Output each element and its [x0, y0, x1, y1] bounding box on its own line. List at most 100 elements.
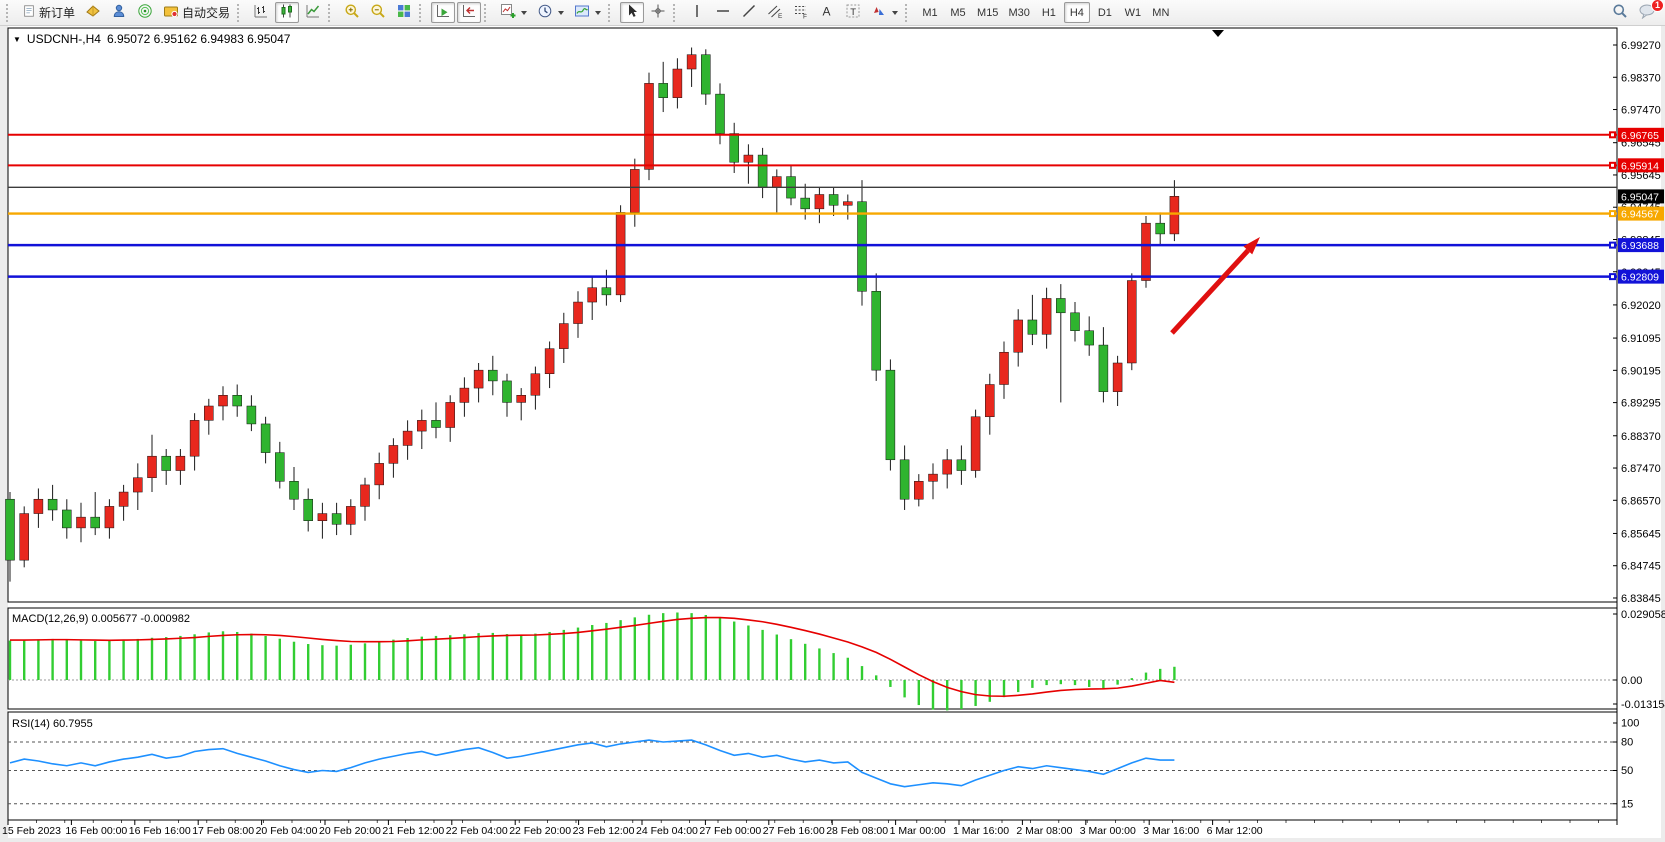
arrows-tool-button[interactable] [867, 2, 902, 23]
svg-text:21 Feb 12:00: 21 Feb 12:00 [382, 825, 444, 837]
arrows-icon [871, 3, 887, 22]
timeframe-h4-button[interactable]: H4 [1064, 2, 1090, 23]
chart-symbol-period: USDCNH-,H4 [27, 32, 101, 46]
templates-button[interactable] [570, 2, 605, 23]
svg-text:6.94567: 6.94567 [1621, 209, 1659, 221]
group-grip[interactable] [328, 4, 335, 22]
svg-text:16 Feb 16:00: 16 Feb 16:00 [129, 825, 191, 837]
text-label-icon: T [845, 3, 861, 22]
chart-collapse-icon[interactable]: ▼ [13, 35, 21, 44]
auto-trading-label: 自动交易 [182, 4, 230, 21]
toolbar-grip[interactable] [6, 4, 13, 22]
chart-title[interactable]: ▼ USDCNH-,H4 6.95072 6.95162 6.94983 6.9… [13, 32, 290, 46]
text-label-button[interactable]: T [841, 2, 865, 23]
notifications-button[interactable]: 1 [1634, 2, 1660, 23]
svg-text:T: T [850, 7, 856, 18]
trendline-button[interactable] [737, 2, 761, 23]
new-order-button[interactable]: 新订单 [18, 2, 79, 23]
svg-text:6.97470: 6.97470 [1621, 105, 1661, 117]
line-chart-button[interactable] [301, 2, 325, 23]
fibonacci-icon: F [793, 3, 809, 22]
svg-text:6.86570: 6.86570 [1621, 495, 1661, 507]
bar-chart-button[interactable] [249, 2, 273, 23]
cursor-icon [624, 3, 640, 22]
vertical-line-button[interactable] [685, 2, 709, 23]
group-grip[interactable] [673, 4, 680, 22]
svg-text:6.95914: 6.95914 [1621, 160, 1659, 172]
svg-text:6.87470: 6.87470 [1621, 463, 1661, 475]
svg-text:22 Feb 04:00: 22 Feb 04:00 [446, 825, 508, 837]
periods-caret [558, 11, 564, 15]
svg-text:6.88370: 6.88370 [1621, 431, 1661, 443]
clock-icon [537, 3, 553, 22]
rsi-label: RSI(14) 60.7955 [12, 718, 93, 730]
group-grip[interactable] [484, 4, 491, 22]
svg-text:6.91095: 6.91095 [1621, 333, 1661, 345]
svg-text:23 Feb 12:00: 23 Feb 12:00 [573, 825, 635, 837]
timeframe-m5-button[interactable]: M5 [945, 2, 971, 23]
svg-text:3 Mar 16:00: 3 Mar 16:00 [1143, 825, 1199, 837]
zoom-out-button[interactable] [366, 2, 390, 23]
journal-icon [85, 3, 101, 22]
svg-text:6.89295: 6.89295 [1621, 398, 1661, 410]
svg-text:28 Feb 08:00: 28 Feb 08:00 [826, 825, 888, 837]
chart-shift-icon [461, 3, 477, 22]
line-chart-icon [305, 3, 321, 22]
indicators-icon [500, 3, 516, 22]
horizontal-line-icon [715, 3, 731, 22]
notification-badge: 1 [1651, 0, 1664, 12]
timeframe-w1-button[interactable]: W1 [1120, 2, 1146, 23]
svg-text:1 Mar 16:00: 1 Mar 16:00 [953, 825, 1009, 837]
chart-shift-button[interactable] [457, 2, 481, 23]
horizontal-line-button[interactable] [711, 2, 735, 23]
svg-text:1 Mar 00:00: 1 Mar 00:00 [890, 825, 946, 837]
timeframe-mn-button[interactable]: MN [1148, 2, 1174, 23]
svg-text:20 Feb 04:00: 20 Feb 04:00 [256, 825, 318, 837]
equidistant-channel-button[interactable]: E [763, 2, 787, 23]
svg-text:15 Feb 2023: 15 Feb 2023 [2, 825, 61, 837]
svg-text:24 Feb 04:00: 24 Feb 04:00 [636, 825, 698, 837]
group-grip[interactable] [237, 4, 244, 22]
svg-text:20 Feb 20:00: 20 Feb 20:00 [319, 825, 381, 837]
timeframe-m30-button[interactable]: M30 [1004, 2, 1033, 23]
bar-chart-icon [253, 3, 269, 22]
zoom-out-icon [370, 3, 386, 22]
zoom-in-button[interactable] [340, 2, 364, 23]
group-grip[interactable] [608, 4, 615, 22]
svg-text:6.92809: 6.92809 [1621, 272, 1659, 284]
search-button[interactable] [1608, 2, 1632, 23]
crosshair-button[interactable] [646, 2, 670, 23]
svg-text:50: 50 [1621, 765, 1633, 777]
signals-button[interactable] [133, 2, 157, 23]
auto-scroll-button[interactable] [431, 2, 455, 23]
svg-text:22 Feb 20:00: 22 Feb 20:00 [509, 825, 571, 837]
periods-button[interactable] [533, 2, 568, 23]
journal-button[interactable] [81, 2, 105, 23]
svg-text:27 Feb 00:00: 27 Feb 00:00 [699, 825, 761, 837]
svg-text:17 Feb 08:00: 17 Feb 08:00 [192, 825, 254, 837]
accounts-button[interactable] [107, 2, 131, 23]
timeframe-h1-button[interactable]: H1 [1036, 2, 1062, 23]
svg-text:0.029058: 0.029058 [1621, 609, 1665, 621]
svg-text:F: F [803, 14, 807, 20]
auto-trading-button[interactable]: 自动交易 [159, 2, 234, 23]
candlestick-chart-icon [279, 3, 295, 22]
chart-ohlc-values: 6.95072 6.95162 6.94983 6.95047 [107, 32, 291, 46]
cursor-button[interactable] [620, 2, 644, 23]
chart-background [0, 26, 1665, 842]
timeframe-d1-button[interactable]: D1 [1092, 2, 1118, 23]
candlestick-chart-button[interactable] [275, 2, 299, 23]
svg-text:6.95047: 6.95047 [1621, 191, 1659, 203]
tile-windows-button[interactable] [392, 2, 416, 23]
text-tool-button[interactable]: A [815, 2, 839, 23]
fibonacci-button[interactable]: F [789, 2, 813, 23]
svg-text:0.00: 0.00 [1621, 675, 1642, 687]
group-grip[interactable] [419, 4, 426, 22]
group-grip[interactable] [905, 4, 912, 22]
indicators-button[interactable] [496, 2, 531, 23]
sonar-icon [137, 3, 153, 22]
timeframe-m15-button[interactable]: M15 [973, 2, 1002, 23]
timeframe-m1-button[interactable]: M1 [917, 2, 943, 23]
auto-trading-icon [163, 3, 179, 22]
svg-text:80: 80 [1621, 737, 1633, 749]
